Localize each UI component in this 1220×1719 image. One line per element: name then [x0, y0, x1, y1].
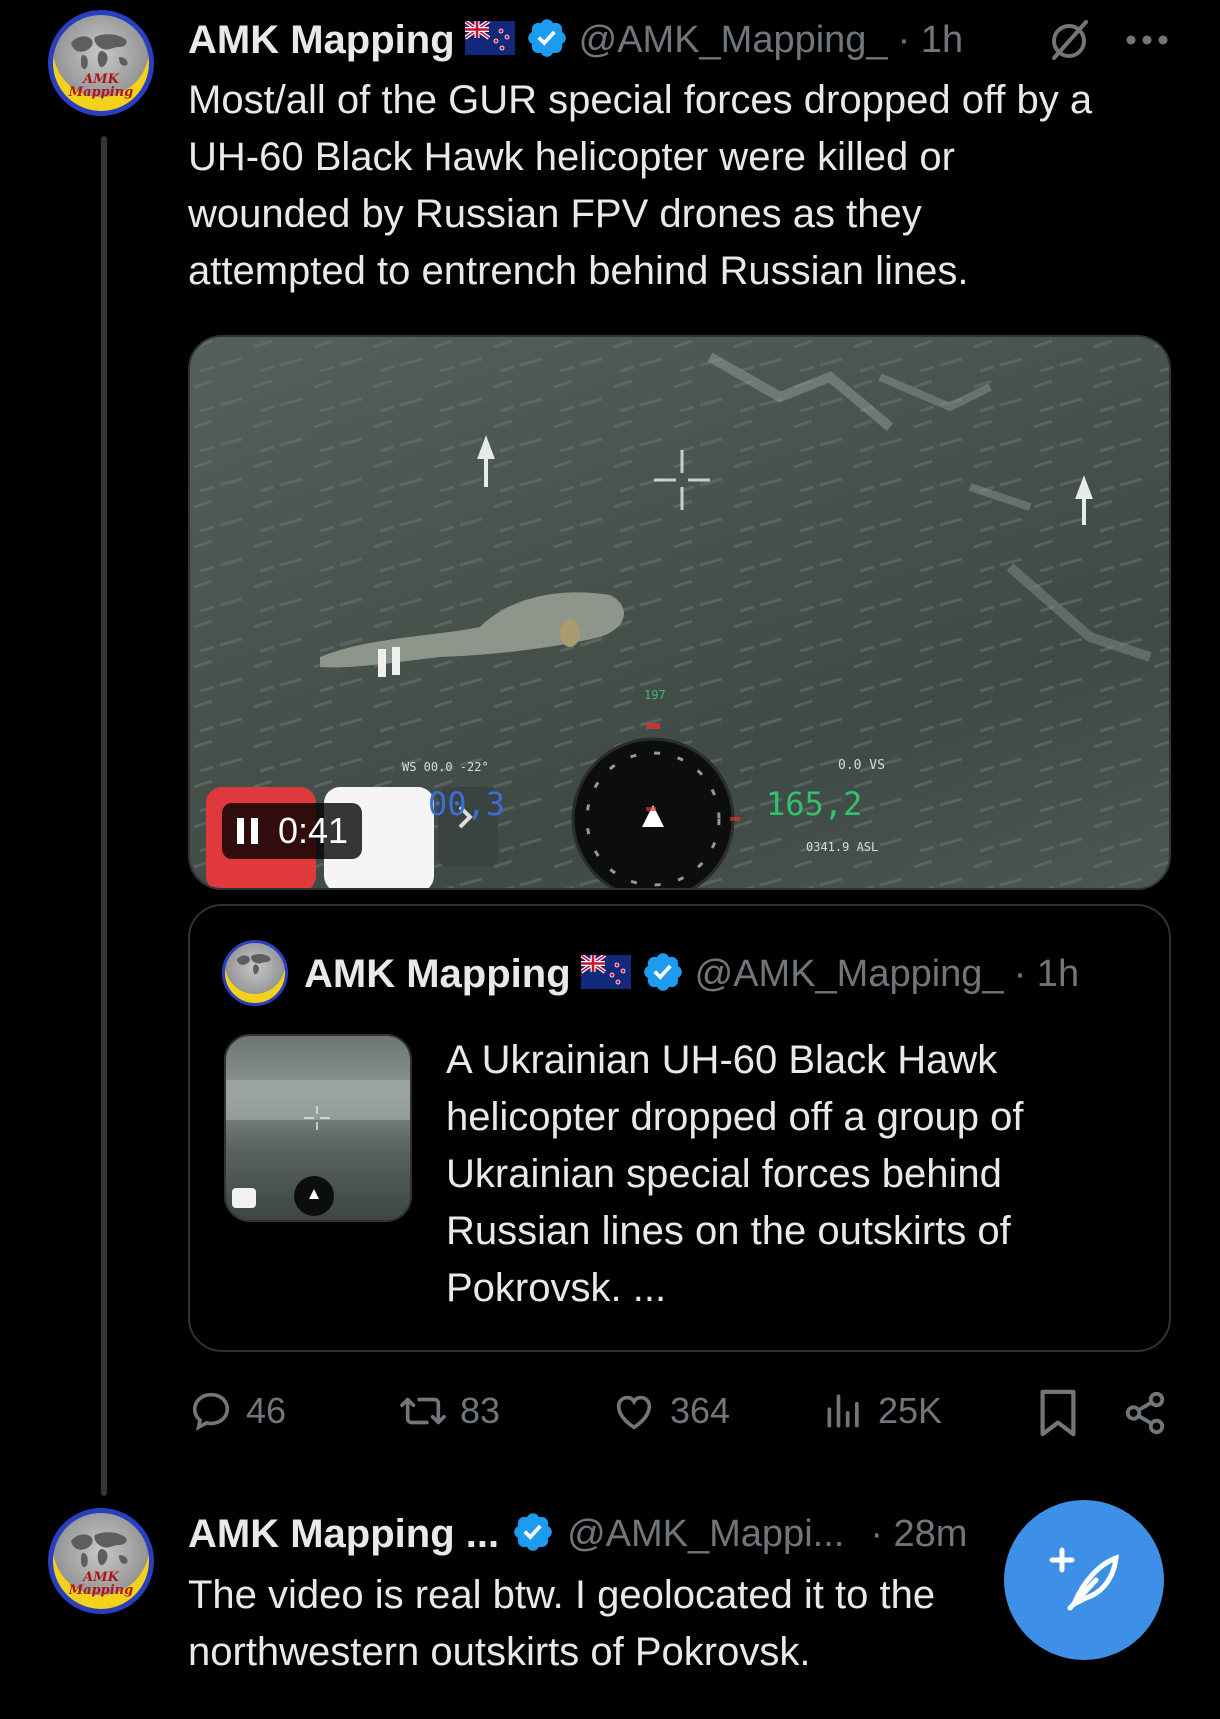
like-count: 364	[670, 1390, 731, 1431]
hud-vs-text: 0.0 VS	[838, 758, 885, 773]
quoted-text-line: Pokrovsk. ...	[446, 1266, 667, 1310]
quoted-text-line: Ukrainian special forces behind	[446, 1152, 1002, 1196]
quoted-post-card[interactable]: AMK Mapping @AMK_Mapping_ · 1h A Ukraini…	[188, 904, 1171, 1352]
quoted-post-header: AMK Mapping @AMK_Mapping_ · 1h	[304, 946, 1079, 1002]
post-header: AMK Mapping ... @AMK_Mappi... · 28m	[188, 1506, 967, 1562]
avatar[interactable]: AMK Mapping	[48, 10, 154, 116]
quoted-video-thumbnail[interactable]	[224, 1034, 412, 1222]
video-duration-pill[interactable]: 0:41	[222, 803, 363, 859]
quoted-author-handle: @AMK_Mapping_	[694, 952, 1004, 995]
repost-button[interactable]: 83	[398, 1388, 500, 1434]
bookmark-icon	[1040, 1389, 1076, 1437]
grok-icon[interactable]	[1046, 16, 1094, 69]
verified-badge-icon	[641, 950, 685, 999]
compose-post-button[interactable]	[1004, 1500, 1164, 1660]
compose-feather-icon	[1049, 1547, 1119, 1611]
video-player[interactable]: WS 00.0 -22° 00,3 0.0 VS 165,2 0341.9 AS…	[188, 335, 1171, 890]
pause-icon[interactable]	[236, 816, 260, 846]
quoted-text-line: helicopter dropped off a group of	[446, 1095, 1024, 1139]
new-zealand-flag-icon	[463, 18, 515, 60]
reply-count: 46	[246, 1390, 287, 1431]
share-icon	[1125, 1391, 1165, 1435]
quoted-avatar[interactable]	[222, 940, 288, 1006]
analytics-icon	[827, 1394, 859, 1428]
views-button[interactable]: 25K	[822, 1388, 942, 1434]
hud-alt-text: 0341.9 ASL	[806, 840, 878, 854]
quoted-post-text: A Ukrainian UH-60 Black Hawk helicopter …	[446, 1032, 1146, 1317]
post-header: AMK Mapping @AMK_Mapping_ · 1h	[188, 12, 963, 68]
author-name[interactable]: AMK Mapping	[188, 18, 455, 63]
quoted-post-time: · 1h	[1013, 952, 1080, 995]
quoted-text-line: Russian lines on the outskirts of	[446, 1209, 1011, 1253]
verified-badge-icon	[511, 1510, 555, 1559]
repost-count: 83	[460, 1390, 501, 1431]
new-zealand-flag-icon	[579, 952, 631, 994]
post-text-line: wounded by Russian FPV drones as they	[188, 192, 922, 236]
repost-icon	[400, 1397, 446, 1425]
quoted-text-line: A Ukrainian UH-60 Black Hawk	[446, 1038, 998, 1082]
world-map-icon	[236, 954, 271, 975]
post-text-line: attempted to entrench behind Russian lin…	[188, 249, 969, 293]
reply-icon	[192, 1392, 230, 1431]
post-text: Most/all of the GUR special forces dropp…	[188, 72, 1178, 300]
hud-top-text: 197	[644, 688, 666, 702]
post-time[interactable]: · 28m	[870, 1513, 967, 1556]
share-button[interactable]	[1122, 1390, 1168, 1441]
avatar-logo-text: AMK Mapping	[68, 1570, 134, 1598]
author-handle[interactable]: @AMK_Mappi...	[567, 1513, 844, 1556]
hud-ws-text: WS 00.0 -22°	[402, 760, 489, 774]
author-handle[interactable]: @AMK_Mapping_	[579, 19, 888, 62]
world-map-icon	[71, 34, 128, 70]
heart-icon	[616, 1395, 652, 1430]
world-map-icon	[71, 1532, 128, 1568]
quoted-author-name: AMK Mapping	[304, 951, 571, 996]
thread-connector-line	[101, 136, 107, 1496]
view-count: 25K	[878, 1390, 943, 1431]
more-options-icon[interactable]	[1124, 26, 1170, 59]
avatar[interactable]: AMK Mapping	[48, 1508, 154, 1614]
hud-left-value: 00,3	[428, 785, 505, 823]
avatar-logo-text: AMK Mapping	[68, 72, 134, 100]
video-duration: 0:41	[278, 810, 349, 851]
post-time[interactable]: · 1h	[898, 19, 963, 62]
verified-badge-icon	[525, 16, 569, 65]
hud-speed-text: 165,2	[766, 785, 862, 823]
bookmark-button[interactable]	[1036, 1388, 1080, 1443]
reply-button[interactable]: 46	[188, 1388, 286, 1434]
like-button[interactable]: 364	[610, 1388, 730, 1434]
post-text-line: UH-60 Black Hawk helicopter were killed …	[188, 135, 955, 179]
post-text-line: Most/all of the GUR special forces dropp…	[188, 78, 1093, 122]
author-name[interactable]: AMK Mapping ...	[188, 1512, 499, 1557]
